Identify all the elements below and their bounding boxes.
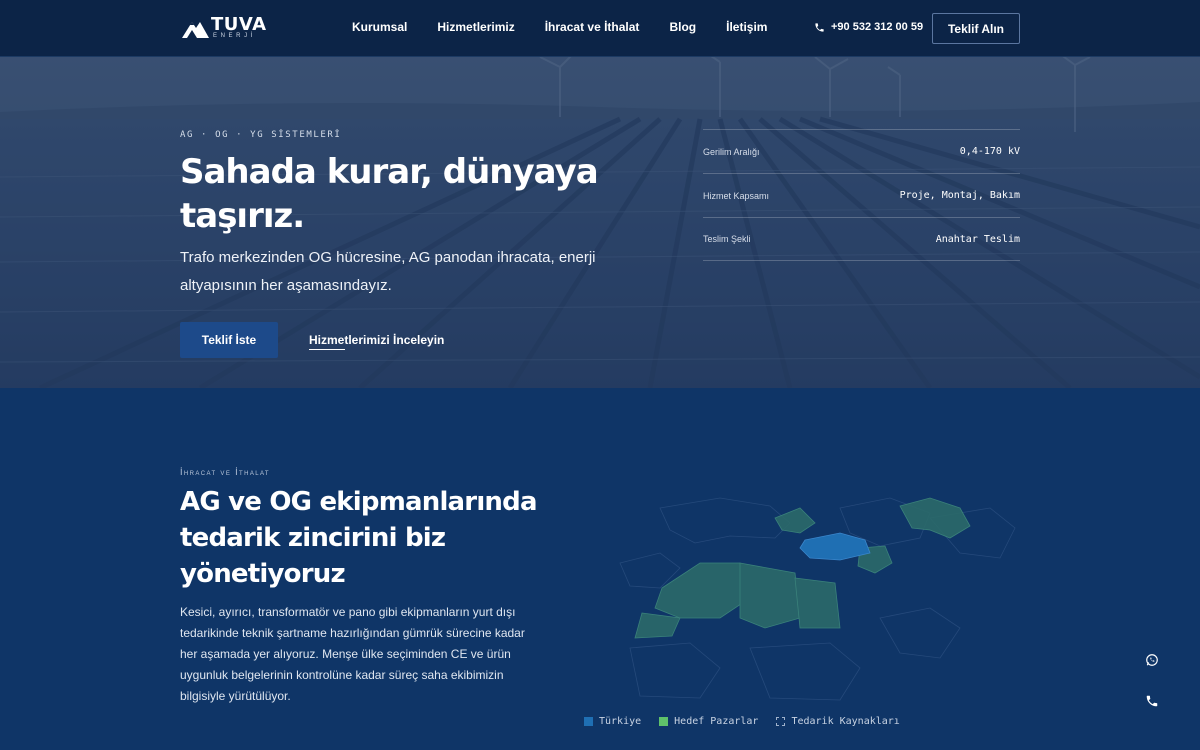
get-quote-button[interactable]: Teklif Alın [932,13,1020,44]
hero-description: Trafo merkezinden OG hücresine, AG panod… [180,249,596,294]
spec-label: Hizmet Kapsamı [703,190,770,201]
menu-item-hizmetlerimiz[interactable]: Hizmetlerimiz [437,20,514,34]
explore-services-link[interactable]: Hizmetlerimizi İnceleyin [309,333,444,350]
menu-item-iletisim[interactable]: İletişim [726,20,767,34]
legend-swatch-dashed [776,717,786,726]
phone-number: +90 532 312 00 59 [831,21,924,33]
trade-title: AG ve OG ekipmanlarında tedarik zincirin… [180,487,538,589]
hero-section: AG · OG · YG SİSTEMLERİ Sahada kurar, dü… [0,57,1200,388]
hero-eyebrow: AG · OG · YG SİSTEMLERİ [180,130,342,140]
trade-description: Kesici, ayırıcı, transformatör ve pano g… [180,605,525,703]
whatsapp-button[interactable] [1140,648,1164,672]
legend-label: Türkiye [599,716,642,727]
trade-map [619,497,1016,701]
brand-name: TUVA [211,14,267,35]
call-button[interactable] [1140,689,1164,713]
spec-row: Hizmet Kapsamı Proje, Montaj, Bakım [703,173,1020,217]
legend-supply-sources: Tedarik Kaynakları [776,716,900,727]
map-legend: Türkiye Hedef Pazarlar Tedarik Kaynaklar… [584,716,900,727]
phone-icon [815,22,824,32]
trade-eyebrow: İhracat ve İthalat [180,467,270,477]
legend-label: Tedarik Kaynakları [791,716,900,727]
spec-row: Gerilim Aralığı 0,4-170 kV [703,129,1020,173]
phone-icon [1146,695,1158,707]
trade-section: İhracat ve İthalat AG ve OG ekipmanların… [0,388,1200,750]
menu-item-kurumsal[interactable]: Kurumsal [352,20,407,34]
spec-value: 0,4-170 kV [959,146,1020,157]
legend-swatch-blue [584,717,593,726]
brand-logo[interactable]: TUVA ENERJİ [180,14,272,44]
hero-content: AG · OG · YG SİSTEMLERİ Sahada kurar, dü… [180,130,610,300]
legend-target-markets: Hedef Pazarlar [659,716,758,727]
top-navigation: TUVA ENERJİ Kurumsal Hizmetlerimiz İhrac… [0,0,1200,57]
legend-label: Hedef Pazarlar [674,716,759,727]
brand-subtitle: ENERJİ [213,33,256,39]
menu-item-ihracat[interactable]: İhracat ve İthalat [545,20,640,34]
phone-link[interactable]: +90 532 312 00 59 [814,21,923,33]
whatsapp-icon [1146,654,1158,666]
spec-label: Gerilim Aralığı [703,146,760,157]
spec-list: Gerilim Aralığı 0,4-170 kV Hizmet Kapsam… [703,129,1020,261]
spec-row: Teslim Şekli Anahtar Teslim [703,217,1020,261]
spec-label: Teslim Şekli [703,234,751,244]
legend-swatch-green [659,717,669,726]
menu-item-blog[interactable]: Blog [669,20,696,34]
main-menu: Kurumsal Hizmetlerimiz İhracat ve İthala… [352,20,767,34]
target-market-region [774,507,816,534]
hero-title: Sahada kurar, dünyaya taşırız. [180,152,599,236]
legend-turkiye: Türkiye [584,716,641,727]
spec-value: Anahtar Teslim [935,233,1020,245]
request-quote-button[interactable]: Teklif İste [180,322,278,358]
spec-value: Proje, Montaj, Bakım [899,190,1020,201]
mountain-logo-icon [182,22,209,38]
